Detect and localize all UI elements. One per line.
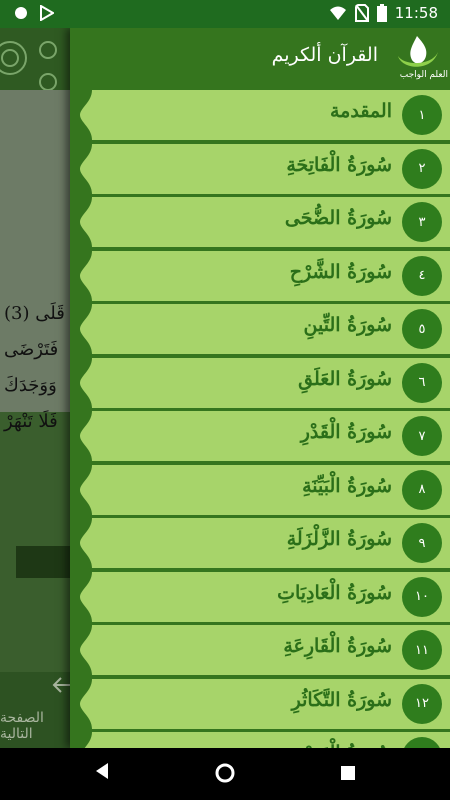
- surah-number-badge: ٦: [402, 362, 442, 403]
- drawer-header: القرآن ألكريم العلم الواجب: [70, 28, 450, 88]
- navigation-bar: [0, 748, 450, 800]
- logo-caption: العلم الواجب: [399, 70, 448, 80]
- surah-label: المقدمة: [329, 100, 392, 122]
- surah-label: سُورَةُ الْقَدْرِ: [300, 421, 392, 443]
- surah-label: سُورَةُ الْبَيِّنَةِ: [302, 474, 392, 497]
- surah-number-badge: ٩: [402, 523, 442, 563]
- surah-list-item[interactable]: ١٠ سُورَةُ الْعَادِيَاتِ: [78, 571, 450, 622]
- next-page-label[interactable]: الصفحة التالية: [0, 710, 80, 742]
- surah-list-item[interactable]: ٤ سُورَةُ الشَّرْحِ: [78, 250, 450, 301]
- list-item-background: [80, 304, 450, 354]
- list-item-background: [80, 357, 450, 408]
- surah-label: سُورَةُ الضُّحَى: [284, 207, 392, 229]
- surah-number-badge: ١١: [402, 630, 442, 670]
- list-item-background: [80, 90, 450, 140]
- list-item-background: [80, 250, 450, 301]
- list-item-background: [80, 678, 450, 729]
- battery-icon: [376, 4, 387, 22]
- list-item-background: [80, 625, 450, 675]
- status-bar: 11:58: [0, 0, 450, 28]
- surah-number-badge: ٧: [402, 416, 442, 456]
- surah-label: سُورَةُ الْعَادِيَاتِ: [277, 581, 392, 604]
- surah-number-badge: ٢: [402, 148, 442, 189]
- home-icon[interactable]: [215, 763, 235, 783]
- surah-list-item[interactable]: ٨ سُورَةُ الْبَيِّنَةِ: [78, 464, 450, 515]
- surah-list-item[interactable]: ١١ سُورَةُ الْقَارِعَةِ: [78, 625, 450, 675]
- surah-list-item[interactable]: ٦ سُورَةُ العَلَقِ: [78, 357, 450, 408]
- back-icon[interactable]: [94, 762, 110, 780]
- list-item-background: [80, 571, 450, 622]
- clock: 11:58: [394, 4, 438, 22]
- surah-list-item[interactable]: ٢ سُورَةُ الْفَاتِحَةِ: [78, 143, 450, 194]
- surah-number-badge: ١٠: [402, 576, 442, 617]
- list-item-background: [80, 464, 450, 515]
- surah-label: سُورَةُ العَلَقِ: [298, 367, 392, 390]
- circle-icon: [15, 7, 27, 19]
- recents-icon[interactable]: [340, 765, 356, 781]
- surah-list-item[interactable]: ٣ سُورَةُ الضُّحَى: [78, 197, 450, 247]
- surah-label: سُورَةُ الزَّلْزَلَةِ: [286, 528, 392, 550]
- surah-list-item[interactable]: ٥ سُورَةُ التِّينِ: [78, 304, 450, 354]
- verse-line: فَلَا تَنْهَرْ: [4, 411, 58, 432]
- play-store-icon: [40, 5, 54, 21]
- ornament-icon: [0, 41, 57, 90]
- verse-line: فَتَرْضَى: [4, 339, 59, 360]
- surah-number-badge: ١: [402, 95, 442, 135]
- surah-number-badge: ٨: [402, 469, 442, 510]
- surah-list-item[interactable]: ٩ سُورَةُ الزَّلْزَلَةِ: [78, 518, 450, 568]
- surah-number-badge: ١٢: [402, 683, 442, 724]
- surah-label: سُورَةُ التِّينِ: [303, 314, 392, 336]
- surah-list-item[interactable]: ١ المقدمة: [78, 90, 450, 140]
- no-sim-icon: [354, 4, 369, 22]
- wifi-icon: [329, 6, 346, 20]
- surah-number-badge: ٤: [402, 255, 442, 296]
- surah-label: سُورَةُ الْقَارِعَةِ: [283, 635, 392, 657]
- list-item-background: [80, 518, 450, 568]
- surah-list-item[interactable]: ١٣سُورَةُ الْعَصْرِ: [78, 732, 450, 748]
- list-item-background: [84, 732, 450, 748]
- list-item-background: [80, 411, 450, 461]
- surah-label: سُورَةُ التَّكَاثُرِ: [291, 688, 392, 711]
- surah-label: سُورَةُ الشَّرْحِ: [289, 260, 392, 283]
- verse-line: قَلَى (3): [4, 303, 65, 324]
- surah-number-badge: ٥: [402, 309, 442, 349]
- surah-list-item[interactable]: ١٢ سُورَةُ التَّكَاثُرِ: [78, 678, 450, 729]
- surah-list-item[interactable]: ٧ سُورَةُ الْقَدْرِ: [78, 411, 450, 461]
- surah-number-badge: ٣: [402, 202, 442, 242]
- drawer-title: القرآن ألكريم: [271, 44, 378, 66]
- arrow-left-icon[interactable]: [52, 676, 72, 694]
- list-item-background: [80, 143, 450, 194]
- background-verse-text: قَلَى (3) فَتَرْضَى وَوَجَدَكَ فَلَا تَن…: [4, 296, 72, 440]
- surah-label: سُورَةُ الْفَاتِحَةِ: [286, 153, 392, 176]
- verse-line: وَوَجَدَكَ: [4, 375, 57, 396]
- list-item-background: [80, 197, 450, 247]
- navigation-drawer: القرآن ألكريم العلم الواجب ١ المقدمة ٢ سُور…: [70, 28, 450, 748]
